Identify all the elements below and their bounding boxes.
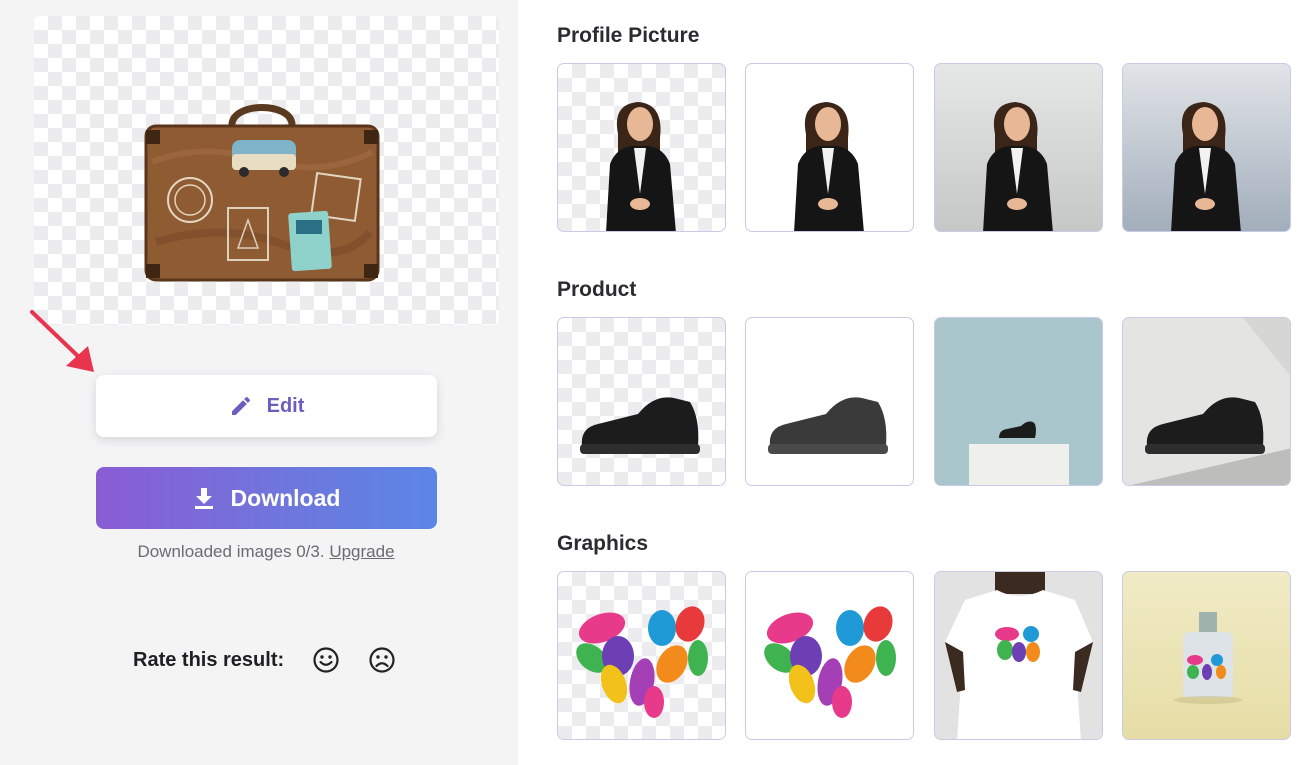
- suitcase-image: [144, 104, 380, 282]
- section-title-profile-picture: Profile Picture: [557, 24, 700, 47]
- person-image: [983, 102, 1053, 231]
- heart-graphic-image: [764, 606, 896, 718]
- rate-label: Rate this result:: [133, 648, 285, 671]
- section-title-product: Product: [557, 278, 637, 301]
- download-button[interactable]: Download: [96, 467, 437, 529]
- graphics-tile-bottle[interactable]: [1122, 571, 1291, 740]
- red-arrow-icon: [30, 310, 94, 372]
- profile-tile-light-gray[interactable]: [934, 63, 1103, 232]
- person-image: [1171, 102, 1241, 231]
- person-image: [606, 102, 676, 231]
- app: Edit Download Downloaded images 0/3. Upg…: [0, 0, 1300, 765]
- profile-tile-white[interactable]: [745, 63, 914, 232]
- product-tile-transparent[interactable]: [557, 317, 726, 486]
- graphics-tile-tshirt[interactable]: [934, 571, 1103, 740]
- heart-graphic-image: [576, 606, 708, 718]
- sneaker-on-pedestal-image: [969, 421, 1069, 485]
- edit-button-label: Edit: [266, 394, 305, 417]
- download-icon: [194, 488, 213, 509]
- frown-icon[interactable]: [368, 646, 396, 674]
- sneaker-image: [768, 397, 888, 454]
- download-button-label: Download: [230, 484, 341, 511]
- download-counter-text: Downloaded images 0/3.: [137, 542, 325, 561]
- person-image: [794, 102, 864, 231]
- product-tile-gray-angled[interactable]: [1122, 317, 1291, 486]
- rating-row: Rate this result:: [133, 646, 396, 674]
- sneaker-image: [580, 397, 700, 454]
- graphics-tile-transparent[interactable]: [557, 571, 726, 740]
- edit-button[interactable]: Edit: [96, 375, 437, 437]
- product-tile-white[interactable]: [745, 317, 914, 486]
- graphics-tile-white[interactable]: [745, 571, 914, 740]
- result-panel: Edit Download Downloaded images 0/3. Upg…: [0, 0, 518, 765]
- upgrade-link[interactable]: Upgrade: [329, 542, 394, 561]
- profile-tile-blue-gray[interactable]: [1122, 63, 1291, 232]
- download-counter: Downloaded images 0/3. Upgrade: [0, 542, 532, 562]
- bottle-mockup-image: [1174, 612, 1242, 704]
- profile-tile-transparent[interactable]: [557, 63, 726, 232]
- smile-icon[interactable]: [312, 646, 340, 674]
- sneaker-image: [1123, 318, 1290, 485]
- product-tile-teal-pedestal[interactable]: [934, 317, 1103, 486]
- pencil-icon: [231, 396, 250, 415]
- section-title-graphics: Graphics: [557, 532, 649, 555]
- tshirt-mockup-image: [935, 572, 1102, 739]
- result-preview: [34, 16, 499, 325]
